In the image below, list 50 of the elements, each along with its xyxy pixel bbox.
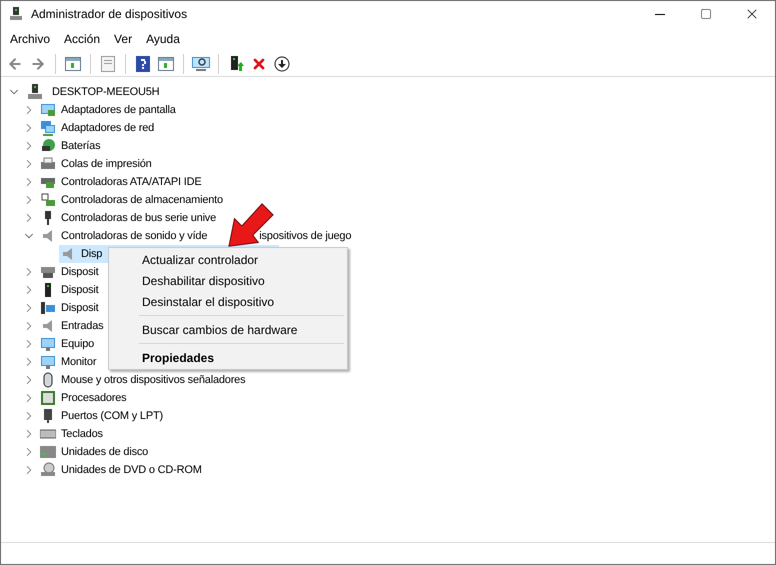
computer-icon <box>27 84 43 100</box>
devices-icon <box>40 300 56 316</box>
monitor-icon <box>40 336 56 352</box>
tree-item[interactable]: Equipo <box>60 336 94 352</box>
tree-item[interactable]: Disposit <box>60 300 99 316</box>
context-menu-item[interactable]: Buscar cambios de hardware <box>109 319 347 340</box>
context-menu-item[interactable]: Deshabilitar dispositivo <box>109 270 347 291</box>
tree-item[interactable]: Baterías <box>60 138 100 154</box>
printer-icon <box>40 156 56 172</box>
tree-item-label: Disp <box>80 246 102 262</box>
tree-item[interactable]: Controladoras de almacenamiento <box>60 192 223 208</box>
tree-item[interactable]: Controladoras de bus serie unive <box>60 210 216 226</box>
help-icon[interactable] <box>133 54 153 74</box>
cd-drive-icon <box>40 462 56 478</box>
monitor-icon <box>40 102 56 118</box>
tree-item[interactable]: Teclados <box>60 426 103 442</box>
tree-item[interactable]: Mouse y otros dispositivos señaladores <box>60 372 246 388</box>
download-circle-icon[interactable] <box>272 54 292 74</box>
tree-item[interactable]: DESKTOP-MEEOU5H <box>49 84 160 100</box>
menu-item[interactable]: Ayuda <box>139 30 187 48</box>
tree-item[interactable]: Puertos (COM y LPT) <box>60 408 163 424</box>
tree-item[interactable]: Controladoras ATA/ATAPI IDE <box>60 174 202 190</box>
maximize-icon <box>700 8 712 20</box>
tree-item[interactable]: Unidades de disco <box>60 444 148 460</box>
properties-sheet-icon[interactable] <box>98 54 118 74</box>
tree-item[interactable]: Unidades de DVD o CD-ROM <box>60 462 202 478</box>
tree-item[interactable]: Adaptadores de pantalla <box>60 102 176 118</box>
context-menu-item[interactable]: Desinstalar el dispositivo <box>109 291 347 312</box>
context-menu-item[interactable]: Propiedades <box>109 347 347 368</box>
tree-item[interactable]: Adaptadores de red <box>60 120 154 136</box>
window-title: Administrador de dispositivos <box>31 6 188 23</box>
battery-icon <box>40 138 56 154</box>
menu-item[interactable]: Acción <box>57 30 108 48</box>
menu-item[interactable]: Ver <box>107 30 140 48</box>
tree-item[interactable]: ispositivos de juego <box>259 228 352 244</box>
storage-icon <box>40 192 56 208</box>
tree-item[interactable]: Disposit <box>60 264 99 280</box>
tree-item[interactable]: Entradas <box>60 318 104 334</box>
processor-icon <box>40 390 56 406</box>
tree-item[interactable]: Colas de impresión <box>60 156 152 172</box>
disk-drive-icon <box>40 444 56 460</box>
menu-item[interactable]: Archivo <box>3 30 58 48</box>
context-menu-item[interactable]: Actualizar controlador <box>109 249 347 270</box>
app-icon <box>9 7 23 21</box>
tree-item[interactable]: Procesadores <box>60 390 126 406</box>
monitor-icon <box>40 354 56 370</box>
tree-item[interactable]: Disposit <box>60 282 99 298</box>
tree-item[interactable]: Monitor <box>60 354 96 370</box>
tree-item[interactable]: Controladoras de sonido y víde <box>60 228 208 244</box>
network-icon <box>40 120 56 136</box>
